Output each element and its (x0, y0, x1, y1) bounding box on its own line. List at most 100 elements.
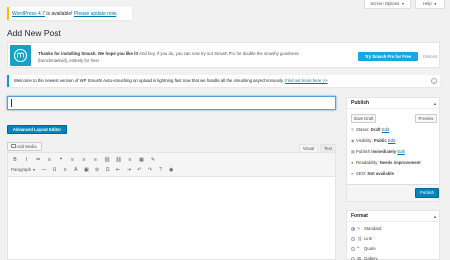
paragraph-format-select[interactable]: Paragraph ▼ (11, 166, 38, 174)
format-option-link[interactable]: ⛓ Link (351, 236, 372, 242)
help-label: Help (422, 1, 432, 6)
toolbar-button-5[interactable]: ▣ (82, 166, 90, 174)
radio-button[interactable] (351, 236, 355, 241)
status-row: ✎Status: Draft Edit (351, 127, 389, 132)
format-option-quote[interactable]: ❝ Quote (351, 246, 376, 252)
toolbar-button-9[interactable]: ⛓ (103, 156, 111, 164)
publish-box-header[interactable]: Publish (347, 98, 439, 109)
try-smush-pro-button[interactable]: Try Smush Pro for Free (358, 52, 418, 61)
format-option-label: Link (364, 236, 372, 241)
tab-visual[interactable]: Visual (299, 144, 318, 152)
seo-row: ● SEO: Not available (351, 171, 394, 176)
toolbar-button-2[interactable]: U (51, 166, 59, 174)
toolbar-button-6[interactable]: ≡ (69, 156, 77, 164)
update-nag: WordPress 4.7 is available! Please updat… (7, 7, 132, 20)
welcome-notice-text: Welcome to the newest version of WP Smus… (14, 78, 286, 83)
toolbar-button-3[interactable]: ≡ (61, 166, 69, 174)
toolbar-button-6[interactable]: ⊘ (93, 166, 101, 174)
visibility-label: Visibility: (356, 138, 374, 143)
edit-status-link[interactable]: Edit (382, 127, 389, 132)
link-icon: ⛓ (357, 236, 363, 241)
smush-notice: Thanks for installing Smush. We hope you… (7, 42, 440, 68)
schedule-row: ▦Publish immediately Edit (351, 149, 405, 154)
content-editor[interactable]: B I ≔ ≡ ❝ ≡ ≡ ≡ ⛓ ⛓ ≡ ▦ ✎ — U ≡ A ▣ ⊘ Ω ⇤ ⇥ ↶ ↷? ◉ Paragraph ▼ (7, 152, 336, 260)
tab-text[interactable]: Text (320, 144, 336, 152)
toolbar-button-13[interactable]: ◉ (167, 166, 175, 174)
smush-logo-icon (10, 45, 31, 66)
update-nag-end: . (116, 11, 118, 17)
toolbar-button-13[interactable]: ✎ (149, 156, 157, 164)
toolbar-button-1[interactable]: B (11, 156, 19, 164)
edit-visibility-link[interactable]: Edit (388, 138, 395, 143)
toolbar-button-7[interactable]: ≡ (80, 156, 88, 164)
status-value: Draft (370, 127, 381, 132)
radio-button[interactable] (351, 226, 355, 231)
caret-down-icon: ▼ (32, 168, 36, 172)
smush-notice-text: Thanks for installing Smush. We hope you… (38, 51, 328, 64)
screen-options-button[interactable]: Screen Options ▼ (364, 0, 411, 9)
format-option-label: Quote (364, 246, 376, 251)
update-now-link[interactable]: Please update now (74, 11, 116, 17)
add-media-button[interactable]: Add Media (7, 142, 42, 151)
publish-button[interactable]: Publish (415, 188, 439, 198)
caret-down-icon: ▼ (433, 2, 438, 6)
text-cursor (11, 99, 12, 107)
toolbar-button-8[interactable]: ≡ (92, 156, 100, 164)
toolbar-button-12[interactable]: ? (157, 166, 165, 174)
toolbar-button-12[interactable]: ▦ (138, 156, 146, 164)
publish-footer: Publish (347, 184, 439, 201)
toolbar-button-11[interactable]: ≡ (126, 156, 134, 164)
toolbar-button-11[interactable]: ↷ (146, 166, 154, 174)
format-option-gallery[interactable]: ▦ Gallery (351, 256, 378, 260)
schedule-label: Publish (356, 149, 372, 154)
toolbar-button-10[interactable]: ⛓ (115, 156, 123, 164)
toolbar-button-8[interactable]: ⇤ (114, 166, 122, 174)
format-option-label: Gallery (364, 256, 378, 260)
save-draft-button[interactable]: Save Draft (351, 114, 376, 123)
visibility-value: Public (373, 138, 387, 143)
post-title-input[interactable] (7, 96, 336, 110)
readability-label: Readability: (356, 160, 380, 165)
toolbar-button-4[interactable]: A (72, 166, 80, 174)
seo-label: SEO: (356, 171, 368, 176)
paragraph-label: Paragraph (11, 167, 32, 172)
quote-icon: ❝ (357, 246, 360, 251)
help-button[interactable]: Help ▼ (415, 0, 445, 9)
pin-icon: ✎ (357, 226, 361, 231)
format-box-header[interactable]: Format (347, 211, 439, 222)
toolbar-button-3[interactable]: ≔ (34, 156, 42, 164)
radio-button[interactable] (351, 256, 355, 260)
caret-up-icon[interactable]: ▲ (433, 212, 437, 222)
smush-notice-bold: Thanks for installing Smush. We hope you… (38, 51, 139, 56)
dismiss-link[interactable]: Dismiss (423, 52, 438, 61)
toolbar-button-2[interactable]: I (23, 156, 31, 164)
publish-box: Publish ▲ Save Draft Preview ✎Status: Dr… (346, 97, 440, 202)
update-nag-text: is available! (44, 11, 74, 17)
toolbar-button-1[interactable]: — (40, 166, 48, 174)
visibility-row: ◉Visibility: Public Edit (351, 138, 395, 143)
caret-up-icon[interactable]: ▲ (433, 99, 437, 109)
caret-down-icon: ▼ (401, 2, 405, 6)
seo-value: Not available (367, 171, 394, 176)
toolbar-button-10[interactable]: ↶ (135, 166, 143, 174)
edit-schedule-link[interactable]: Edit (397, 149, 404, 154)
readability-row: ● Readability: Needs improvement (351, 160, 421, 165)
status-label: Status: (356, 127, 371, 132)
toolbar-button-7[interactable]: Ω (104, 166, 112, 174)
radio-button[interactable] (351, 246, 355, 251)
preview-button[interactable]: Preview (415, 114, 437, 123)
find-out-more-link[interactable]: Find out more here >> (285, 78, 328, 83)
media-icon (11, 144, 16, 149)
toolbar-button-9[interactable]: ⇥ (125, 166, 133, 174)
update-version-link[interactable]: WordPress 4.7 (12, 11, 45, 17)
add-media-label: Add Media (16, 144, 37, 149)
format-box: Format ▲ ✎ Standard ⛓ Link ❝ Quote ▦ Gallery (346, 210, 440, 260)
advanced-layout-editor-button[interactable]: Advanced Layout Editor (7, 125, 67, 134)
toolbar-button-5[interactable]: ❝ (57, 156, 65, 164)
format-option-label: Standard (364, 226, 382, 231)
readability-value: Needs improvement (379, 160, 421, 165)
toolbar-button-4[interactable]: ≡ (46, 156, 54, 164)
format-option-standard[interactable]: ✎ Standard (351, 226, 381, 232)
gallery-icon: ▦ (357, 256, 362, 260)
close-icon[interactable]: × (431, 78, 437, 84)
